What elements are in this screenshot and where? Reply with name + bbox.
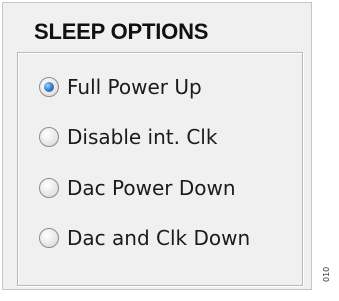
option-label: Dac Power Down [67,176,236,200]
option-label: Dac and Clk Down [67,226,251,250]
option-dac-power-down[interactable]: Dac Power Down [39,174,236,202]
radio-button-selected-icon[interactable] [39,77,59,97]
radio-button-icon[interactable] [39,127,59,147]
sleep-options-panel: SLEEP OPTIONS Full Power Up Disable int.… [2,2,312,290]
option-label: Full Power Up [67,75,202,99]
option-disable-int-clk[interactable]: Disable int. Clk [39,123,217,151]
option-dac-and-clk-down[interactable]: Dac and Clk Down [39,224,250,252]
figure-code: 010 [322,266,331,282]
radio-button-icon[interactable] [39,228,59,248]
radio-button-icon[interactable] [39,178,59,198]
option-label: Disable int. Clk [67,125,218,149]
panel-title: SLEEP OPTIONS [34,19,209,44]
option-full-power-up[interactable]: Full Power Up [39,73,202,101]
